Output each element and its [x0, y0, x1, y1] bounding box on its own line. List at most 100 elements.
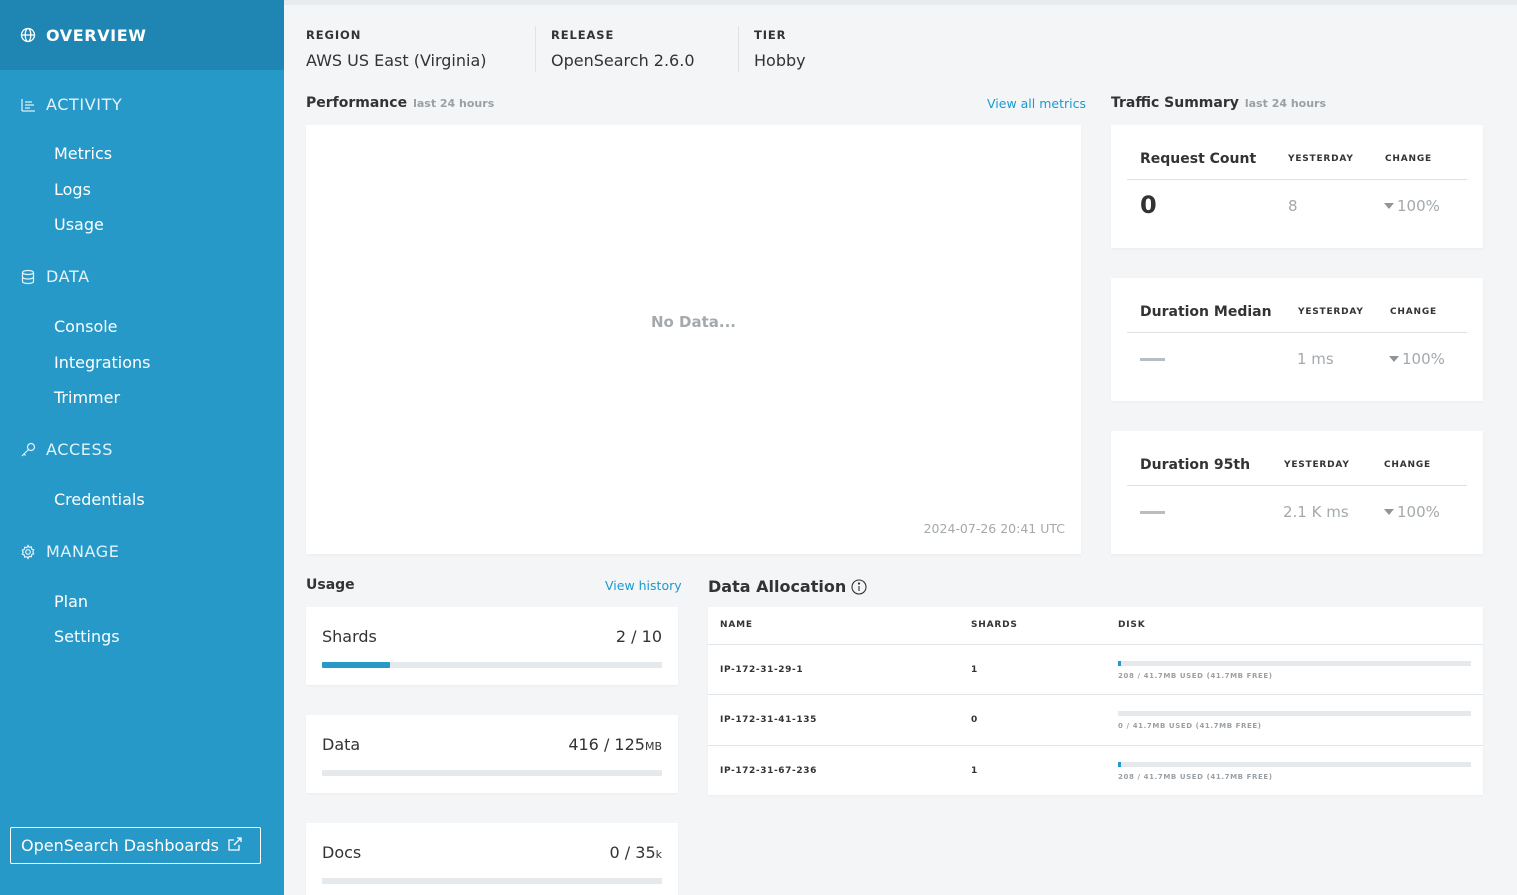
view-history-link[interactable]: View history: [605, 578, 682, 593]
sidebar-item-plan[interactable]: Plan: [54, 592, 88, 611]
sidebar-section-title: DATA: [46, 267, 90, 286]
table-row: IP-172-31-67-236 1 208 / 41.7MB USED (41…: [708, 745, 1483, 796]
progress-fill: [1118, 762, 1121, 767]
view-all-metrics-link[interactable]: View all metrics: [987, 96, 1086, 111]
traffic-summary-heading: Traffic Summary last 24 hours: [1111, 95, 1326, 111]
info-value: OpenSearch 2.6.0: [551, 51, 695, 70]
traffic-card-request-count: Request Count YESTERDAY CHANGE 0 8 100%: [1111, 125, 1483, 248]
divider: [535, 26, 536, 72]
sidebar-item-usage[interactable]: Usage: [54, 215, 104, 234]
progress-fill: [1118, 661, 1121, 666]
section-title: Traffic Summary: [1111, 95, 1239, 111]
change-text: 100%: [1397, 197, 1440, 215]
progress-fill: [322, 662, 390, 668]
performance-heading: Performance last 24 hours: [306, 95, 494, 111]
caret-down-icon: [1384, 509, 1394, 515]
disk-progress-bar: [1118, 711, 1471, 716]
usage-unit: k: [655, 848, 662, 861]
usage-card-docs: Docs 0 / 35k: [306, 823, 678, 895]
info-value: AWS US East (Virginia): [306, 51, 487, 70]
info-label: REGION: [306, 28, 362, 42]
column-header-change: CHANGE: [1390, 307, 1437, 317]
usage-value-text: 2 / 10: [615, 627, 662, 646]
info-tier: TIER Hobby: [754, 28, 806, 70]
usage-value: 0 / 35k: [610, 843, 662, 862]
sidebar-section-title: ACTIVITY: [46, 95, 123, 114]
usage-value: 2 / 10: [616, 627, 662, 646]
opensearch-dashboards-button[interactable]: OpenSearch Dashboards: [10, 827, 261, 864]
usage-heading: Usage: [306, 577, 355, 593]
yesterday-value: 2.1 K ms: [1283, 503, 1349, 521]
usage-label: Docs: [322, 843, 362, 862]
sidebar-item-integrations[interactable]: Integrations: [54, 353, 151, 372]
column-header-yesterday: YESTERDAY: [1288, 154, 1354, 164]
card-title: Duration Median: [1140, 304, 1272, 320]
column-header-change: CHANGE: [1384, 460, 1431, 470]
list-icon: [20, 97, 36, 113]
sidebar-item-settings[interactable]: Settings: [54, 627, 120, 646]
no-value-dash: [1140, 358, 1165, 361]
usage-progress-bar: [322, 662, 662, 668]
sidebar-item-console[interactable]: Console: [54, 317, 118, 336]
section-subtitle: last 24 hours: [413, 97, 495, 110]
sidebar-section-title: ACCESS: [46, 440, 114, 459]
sidebar-item-trimmer[interactable]: Trimmer: [54, 388, 120, 407]
info-label: TIER: [754, 28, 787, 42]
change-value: 100%: [1384, 197, 1440, 215]
section-title: Performance: [306, 95, 408, 111]
change-value: 100%: [1389, 350, 1445, 368]
column-header-shards: SHARDS: [971, 620, 1018, 630]
sidebar-item-label: OVERVIEW: [46, 25, 147, 45]
info-label: RELEASE: [551, 28, 615, 42]
key-icon: [20, 442, 36, 458]
sidebar-item-logs[interactable]: Logs: [54, 180, 91, 199]
disk-usage-text: 0 / 41.7MB USED (41.7MB FREE): [1118, 722, 1262, 730]
data-allocation-heading: Data Allocation: [708, 577, 867, 596]
change-value: 100%: [1384, 503, 1440, 521]
divider: [1127, 332, 1467, 333]
section-subtitle: last 24 hours: [1244, 97, 1327, 110]
card-title: Request Count: [1140, 151, 1257, 167]
info-icon[interactable]: [851, 578, 867, 595]
sidebar-section-activity: ACTIVITY: [20, 95, 122, 114]
column-header-yesterday: YESTERDAY: [1284, 460, 1350, 470]
yesterday-value: 1 ms: [1297, 350, 1334, 368]
button-label: OpenSearch Dashboards: [21, 836, 219, 855]
external-link-icon: [219, 836, 243, 856]
top-divider: [284, 0, 1517, 5]
sidebar-item-credentials[interactable]: Credentials: [54, 490, 145, 509]
gear-icon: [20, 543, 36, 560]
section-title: Data Allocation: [708, 577, 847, 596]
sidebar: OVERVIEW ACTIVITY Metrics Logs Usage DAT…: [0, 0, 284, 895]
node-shards: 1: [971, 665, 978, 675]
info-value: Hobby: [754, 51, 806, 70]
disk-usage-text: 208 / 41.7MB USED (41.7MB FREE): [1118, 773, 1273, 781]
globe-icon: [20, 27, 36, 43]
node-shards: 1: [971, 766, 978, 776]
column-header-change: CHANGE: [1385, 154, 1432, 164]
change-text: 100%: [1402, 350, 1445, 368]
disk-usage-text: 208 / 41.7MB USED (41.7MB FREE): [1118, 672, 1273, 680]
disk-progress-bar: [1118, 762, 1471, 767]
disk-progress-bar: [1118, 661, 1471, 666]
sidebar-section-title: MANAGE: [46, 542, 120, 561]
usage-card-shards: Shards 2 / 10: [306, 607, 678, 685]
node-name: IP-172-31-41-135: [720, 715, 817, 725]
usage-value: 416 / 125MB: [568, 735, 662, 754]
change-text: 100%: [1397, 503, 1440, 521]
sidebar-section-data: DATA: [20, 267, 90, 286]
chart-timestamp: 2024-07-26 20:41 UTC: [923, 521, 1065, 536]
usage-unit: MB: [644, 740, 662, 753]
empty-state-text: No Data...: [650, 313, 737, 331]
no-value-dash: [1140, 511, 1165, 514]
performance-chart-card: No Data... 2024-07-26 20:41 UTC: [306, 125, 1081, 554]
sidebar-item-metrics[interactable]: Metrics: [54, 144, 112, 163]
divider: [1127, 179, 1467, 180]
caret-down-icon: [1389, 356, 1399, 362]
usage-label: Data: [322, 735, 361, 754]
sidebar-section-manage: MANAGE: [20, 542, 120, 561]
data-allocation-table: NAME SHARDS DISK IP-172-31-29-1 1 208 / …: [708, 607, 1483, 795]
column-header-yesterday: YESTERDAY: [1298, 307, 1364, 317]
today-value: 0: [1140, 191, 1157, 219]
sidebar-item-overview[interactable]: OVERVIEW: [0, 0, 284, 70]
